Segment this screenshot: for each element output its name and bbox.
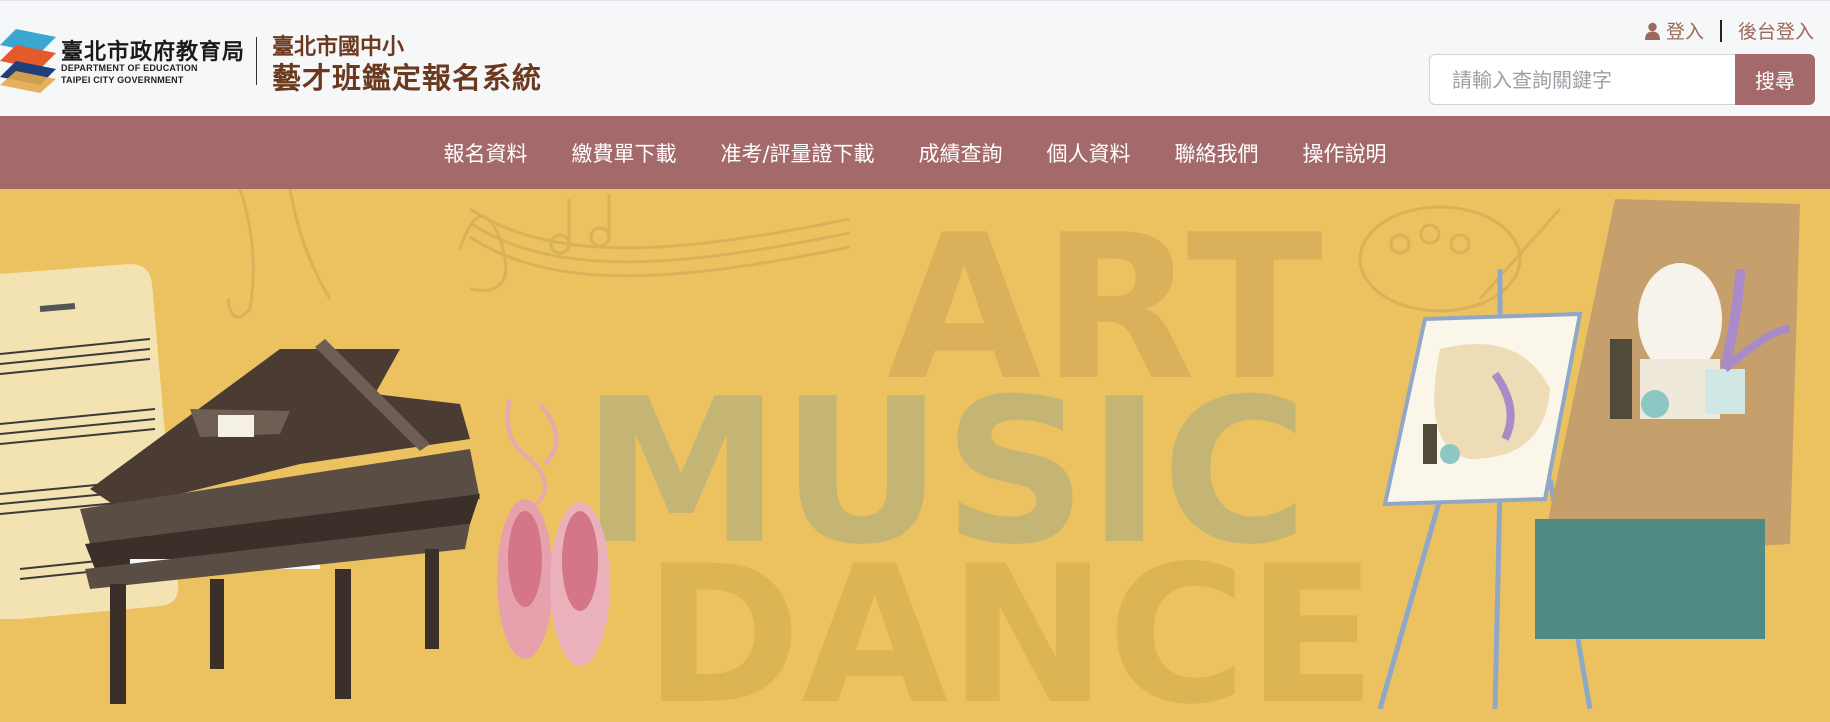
system-title: 藝才班鑑定報名系統 bbox=[272, 61, 543, 95]
top-links: 登入 後台登入 bbox=[1644, 17, 1814, 44]
nav-item-personal-info[interactable]: 個人資料 bbox=[1047, 138, 1131, 168]
search-input[interactable] bbox=[1429, 54, 1737, 105]
link-separator bbox=[1719, 19, 1722, 42]
banner-line-dance: DANCE bbox=[643, 525, 1376, 722]
nav-item-payment-download[interactable]: 繳費單下載 bbox=[571, 138, 676, 168]
bust-illustration bbox=[1535, 199, 1800, 639]
nav-item-admission-ticket[interactable]: 准考/評量證下載 bbox=[720, 138, 874, 168]
nav-item-score-query[interactable]: 成績查詢 bbox=[919, 138, 1003, 168]
login-link[interactable]: 登入 bbox=[1644, 17, 1704, 44]
org-name-en-line2: TAIPEI CITY GOVERNMENT bbox=[61, 75, 184, 85]
hero-banner: ART MUSIC DANCE bbox=[0, 189, 1830, 722]
search-button[interactable]: 搜尋 bbox=[1735, 54, 1815, 105]
header: 臺北市政府教育局 DEPARTMENT OF EDUCATION TAIPEI … bbox=[0, 0, 1830, 116]
banner-illustration: ART MUSIC DANCE bbox=[0, 189, 1800, 722]
header-divider bbox=[256, 37, 257, 85]
main-nav: 報名資料 繳費單下載 准考/評量證下載 成績查詢 個人資料 聯絡我們 操作說明 bbox=[0, 116, 1830, 189]
nav-item-instructions[interactable]: 操作說明 bbox=[1303, 138, 1387, 168]
palette-lineart bbox=[1358, 205, 1562, 313]
login-label: 登入 bbox=[1665, 21, 1704, 43]
department-logo-icon bbox=[0, 29, 56, 93]
org-name-zh: 臺北市政府教育局 bbox=[61, 40, 246, 65]
admin-login-link[interactable]: 後台登入 bbox=[1738, 17, 1814, 44]
nav-item-registration[interactable]: 報名資料 bbox=[443, 138, 527, 168]
nav-item-contact[interactable]: 聯絡我們 bbox=[1175, 138, 1259, 168]
music-staff-lineart bbox=[226, 189, 851, 319]
user-icon bbox=[1644, 22, 1660, 40]
org-name-en-line1: DEPARTMENT OF EDUCATION bbox=[61, 63, 198, 73]
